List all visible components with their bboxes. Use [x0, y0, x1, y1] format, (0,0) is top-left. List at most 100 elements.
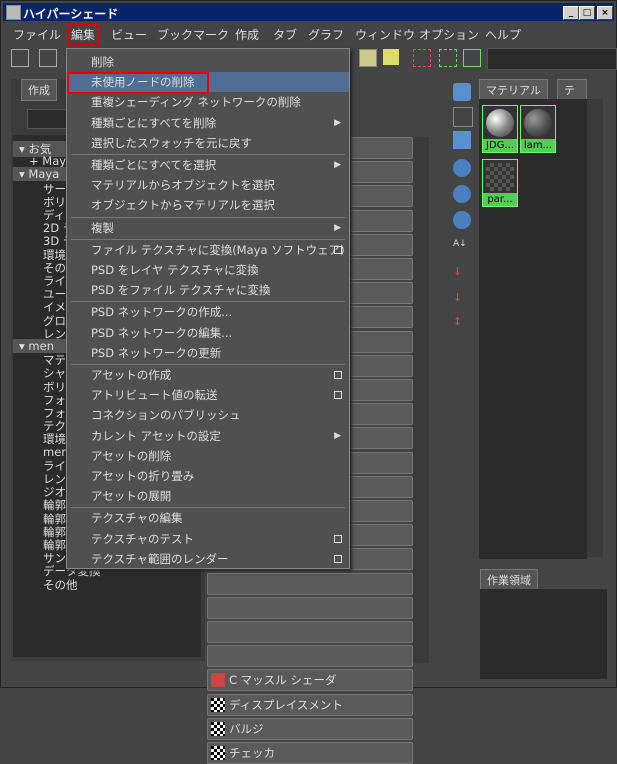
menu-item-label: アセットの展開 — [91, 489, 172, 504]
submenu-arrow-icon: ▶ — [334, 430, 341, 441]
menu-help[interactable]: ヘルプ — [485, 26, 521, 43]
menu-item[interactable]: 削除 — [67, 52, 349, 72]
swatch-small-icon[interactable] — [453, 131, 471, 149]
create-node-button[interactable]: ディスプレイスメント — [207, 693, 413, 716]
menu-item[interactable]: 種類ごとにすべてを削除 ▶ — [67, 113, 349, 133]
graph-icon[interactable] — [359, 49, 377, 67]
tool-icon-1[interactable] — [11, 49, 29, 67]
menu-item[interactable]: 重複シェーディング ネットワークの削除 — [67, 92, 349, 112]
search-input[interactable] — [487, 48, 617, 70]
material-swatch[interactable]: JDG... — [482, 105, 518, 153]
menu-item[interactable]: アセットの作成 — [67, 365, 349, 385]
create-node-button[interactable]: バルジ — [207, 717, 413, 740]
sort-reverse-icon[interactable]: ↕ — [453, 315, 471, 333]
tab-textures[interactable]: テ — [557, 79, 587, 101]
menu-item-label: アセットの折り畳み — [91, 469, 195, 483]
material-swatch[interactable]: par... — [482, 159, 518, 207]
menu-tabs[interactable]: タブ — [273, 26, 297, 43]
work-area-canvas[interactable] — [480, 589, 607, 679]
node-icon — [211, 746, 225, 760]
swatch-large-icon[interactable] — [453, 185, 471, 203]
edit-menu-dropdown: 削除 未使用ノードの削除 重複シェーディング ネットワークの削除 種類ごとにすべてを削… — [66, 48, 350, 569]
menu-item[interactable]: 選択したスウォッチを元に戻す — [67, 133, 349, 153]
menu-item[interactable]: テクスチャ範囲のレンダー — [67, 549, 349, 569]
create-node-button[interactable] — [207, 572, 413, 595]
swatch-xlarge-icon[interactable] — [453, 211, 471, 229]
sort-type-icon[interactable]: ↓ — [453, 265, 471, 283]
menu-item[interactable]: アトリビュート値の転送 — [67, 385, 349, 405]
menu-item-label: テクスチャ範囲のレンダー — [91, 551, 229, 566]
menu-item[interactable]: 未使用ノードの削除 — [67, 72, 349, 95]
menu-item[interactable]: PSD ネットワークの更新 — [67, 343, 349, 363]
sort-name-icon[interactable]: A↓ — [453, 239, 471, 257]
menu-item[interactable]: マテリアルからオブジェクトを選択 — [67, 175, 349, 195]
clear-graph-icon[interactable] — [463, 49, 481, 67]
create-scrollbar[interactable] — [413, 137, 429, 663]
node-icon — [211, 697, 225, 712]
list-icon[interactable] — [453, 107, 473, 127]
menu-item-label: 複製 — [91, 220, 114, 235]
swatch-medium-icon[interactable] — [453, 159, 471, 177]
tree-item[interactable]: その他 — [13, 577, 78, 593]
menu-item[interactable]: テクスチャの編集 — [67, 508, 349, 528]
option-box-icon[interactable] — [334, 534, 342, 543]
option-box-icon[interactable] — [334, 245, 342, 254]
tab-materials[interactable]: マテリアル — [479, 79, 548, 101]
menu-edit[interactable]: 編集 — [67, 24, 100, 45]
create-node-label: チェッカ — [229, 746, 275, 760]
swatch-area: JDG... lam... par... — [479, 99, 587, 559]
swatch-label: JDG... — [483, 139, 517, 152]
menu-item[interactable]: カレント アセットの設定 ▶ — [67, 426, 349, 446]
tree-item[interactable]: + Maya — [13, 154, 73, 168]
create-node-button[interactable] — [207, 621, 413, 643]
tab-work-area[interactable]: 作業領域 — [480, 569, 538, 591]
menu-item[interactable]: PSD ネットワークの作成... — [67, 302, 349, 322]
menu-item[interactable]: PSD ネットワークの編集... — [67, 323, 349, 343]
close-button[interactable]: × — [597, 6, 613, 20]
maximize-button[interactable]: □ — [579, 6, 595, 20]
create-node-button[interactable] — [207, 645, 413, 668]
create-node-button[interactable]: C マッスル シェーダ — [207, 669, 413, 692]
work-area-panel: 作業領域 — [478, 569, 609, 679]
menu-item[interactable]: ファイル テクスチャに変換(Maya ソフトウェア) — [67, 240, 349, 260]
input-connections-icon[interactable] — [383, 49, 399, 65]
minimize-button[interactable]: _ — [563, 6, 579, 20]
tree-item[interactable]: men — [13, 445, 69, 459]
create-node-button[interactable] — [207, 596, 413, 619]
menu-create[interactable]: 作成 — [235, 26, 259, 43]
menu-item[interactable]: アセットの展開 — [67, 486, 349, 506]
menu-item[interactable]: アセットの折り畳み — [67, 466, 349, 486]
menu-file[interactable]: ファイル — [13, 26, 61, 43]
title-bar[interactable]: ハイパーシェード _ □ × — [3, 3, 614, 21]
menubar: ファイル 編集 ビュー ブックマーク 作成 タブ グラフ ウィンドウ オプション… — [3, 23, 614, 45]
menu-item[interactable]: コネクションのパブリッシュ — [67, 405, 349, 425]
sort-time-icon[interactable]: ↓ — [453, 291, 471, 309]
option-box-icon[interactable] — [334, 554, 342, 563]
output-connections-icon[interactable] — [413, 49, 431, 67]
tool-icon-2[interactable] — [39, 49, 57, 67]
sphere-icon[interactable] — [453, 83, 471, 101]
menu-item[interactable]: 複製 ▶ — [67, 218, 349, 238]
menu-item[interactable]: オブジェクトからマテリアルを選択 — [67, 195, 349, 215]
option-box-icon[interactable] — [334, 371, 342, 379]
create-node-label: バルジ — [229, 721, 264, 736]
menu-item[interactable]: アセットの削除 — [67, 446, 349, 466]
menu-item-label: テクスチャの編集 — [91, 511, 183, 526]
menu-window[interactable]: ウィンドウ — [355, 26, 415, 43]
menu-item[interactable]: テクスチャのテスト — [67, 529, 349, 549]
menu-item[interactable]: PSD をファイル テクスチャに変換 — [67, 280, 349, 300]
menu-bookmark[interactable]: ブックマーク — [157, 26, 229, 43]
menu-view[interactable]: ビュー — [111, 26, 147, 43]
option-box-icon[interactable] — [334, 391, 342, 400]
swatch-scrollbar[interactable] — [587, 99, 603, 557]
material-preview — [524, 109, 552, 137]
material-swatch[interactable]: lam... — [520, 105, 556, 153]
menu-item[interactable]: 種類ごとにすべてを選択 ▶ — [67, 155, 349, 175]
menu-options[interactable]: オプション — [419, 26, 479, 43]
tab-create[interactable]: 作成 — [21, 79, 57, 101]
particle-preview — [486, 163, 514, 191]
input-output-icon[interactable] — [439, 49, 457, 67]
create-node-button[interactable]: チェッカ — [207, 742, 413, 764]
menu-item[interactable]: PSD をレイヤ テクスチャに変換 — [67, 260, 349, 280]
menu-graph[interactable]: グラフ — [308, 26, 344, 43]
